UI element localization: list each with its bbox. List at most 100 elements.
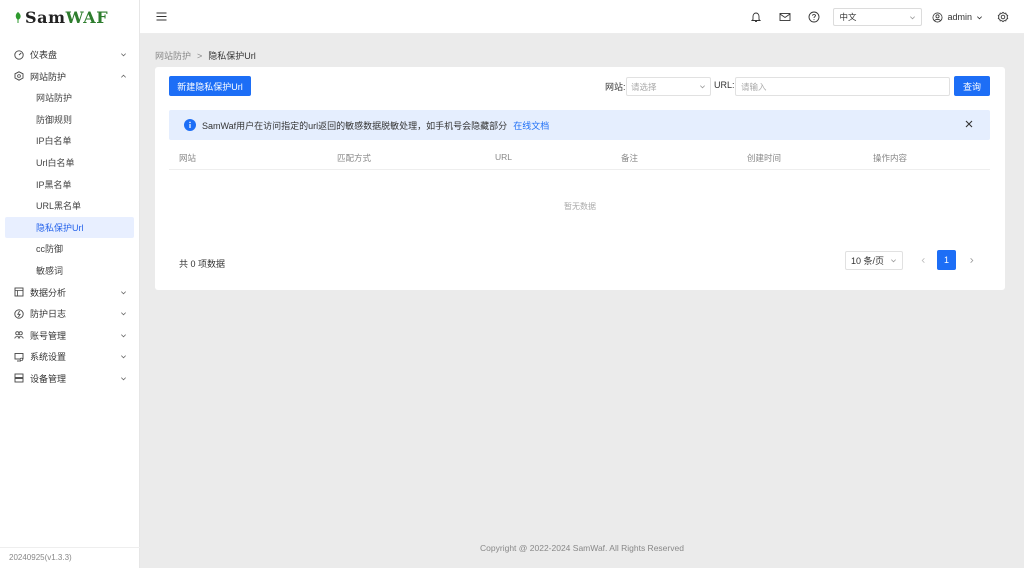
chevron-down-icon (891, 259, 896, 263)
sub-item-url-whitelist[interactable]: Url白名单 (5, 152, 134, 174)
shield-icon (14, 71, 24, 81)
info-icon (184, 119, 196, 131)
sub-item-url-blacklist[interactable]: URL黑名单 (5, 195, 134, 217)
sidebar-item-system-settings[interactable]: 系统设置 (0, 346, 139, 368)
sub-item-label: 隐私保护Url (36, 222, 84, 233)
site-select[interactable]: 请选择 (626, 77, 711, 96)
sidebar-item-label: 数据分析 (30, 287, 67, 298)
sub-item-label: 网站防护 (36, 93, 73, 104)
bell-icon[interactable] (750, 11, 762, 23)
user-menu[interactable]: admin (932, 12, 983, 23)
chevron-down-icon (121, 53, 126, 57)
brand-part1: Sam (25, 7, 66, 27)
empty-state: 暂无数据 (564, 202, 596, 211)
page-size-select[interactable]: 10 条/页 (845, 251, 903, 270)
sub-item-label: URL黑名单 (36, 201, 82, 212)
new-privacy-url-button[interactable]: 新建隐私保护Url (169, 76, 251, 96)
sub-item-label: IP白名单 (36, 136, 72, 147)
site-select-placeholder: 请选择 (631, 81, 657, 92)
prev-page-button[interactable] (916, 251, 930, 270)
chevron-left-icon (921, 258, 925, 263)
sidebar-item-label: 防护日志 (30, 309, 67, 320)
alert-text: SamWaf用户在访问指定的url返回的敏感数据脱敏处理，如手机号会隐藏部分 (202, 120, 508, 131)
mail-icon[interactable] (779, 11, 791, 23)
main-card: 新建隐私保护Url 网站: 请选择 URL: 查询 SamWaf用户在访问指定的… (155, 67, 1005, 290)
user-avatar-icon (932, 12, 943, 22)
sub-item-label: Url白名单 (36, 158, 75, 169)
page-number-button[interactable]: 1 (937, 250, 956, 270)
help-icon[interactable] (808, 11, 820, 23)
sidebar-item-accounts[interactable]: 账号管理 (0, 324, 139, 346)
column-header-site: 网站 (179, 153, 197, 163)
sub-item-label: IP黑名单 (36, 179, 72, 190)
chevron-right-icon (969, 258, 973, 263)
page-size-value: 10 条/页 (851, 256, 885, 266)
sidebar-item-protection-log[interactable]: 防护日志 (0, 303, 139, 325)
sub-item-label: 敏感词 (36, 266, 64, 277)
chevron-down-icon (121, 376, 126, 380)
sub-item-label: cc防御 (36, 244, 64, 255)
chevron-down-icon (121, 333, 126, 337)
analytics-icon (14, 287, 24, 297)
username: admin (947, 12, 972, 22)
language-select[interactable]: 中文 (833, 8, 923, 26)
column-header-remarks: 备注 (621, 153, 639, 163)
settings-icon (14, 352, 24, 362)
gear-icon[interactable] (997, 11, 1009, 23)
menu-toggle-icon[interactable] (156, 11, 167, 22)
url-input[interactable] (735, 77, 950, 96)
sub-item-defense-rules[interactable]: 防御规则 (5, 109, 134, 131)
sidebar-item-label: 账号管理 (30, 330, 67, 341)
total-count: 共 0 项数据 (179, 259, 226, 269)
chevron-down-icon (121, 290, 126, 294)
sidebar-menu: 仪表盘 网站防护 网站防护 防御规则 IP白名单 Url白名单 IP黑名单 UR… (0, 34, 139, 389)
chevron-down-icon (121, 312, 126, 316)
url-filter-label: URL: (714, 80, 735, 90)
close-icon[interactable] (964, 119, 974, 129)
site-filter-label: 网站: (605, 82, 626, 92)
chevron-down-icon (910, 15, 916, 19)
dashboard-icon (14, 50, 24, 60)
column-header-created-time: 创建时间 (747, 153, 782, 163)
sub-item-ip-whitelist[interactable]: IP白名单 (5, 130, 134, 152)
language-value: 中文 (839, 12, 857, 22)
header-actions: 中文 admin (750, 0, 1024, 34)
footer-copyright: Copyright @ 2022-2024 SamWaf. All Rights… (480, 543, 684, 553)
users-icon (14, 330, 24, 340)
chevron-down-icon (977, 15, 982, 19)
sidebar-item-dashboard[interactable]: 仪表盘 (0, 44, 139, 66)
sub-item-site-protection[interactable]: 网站防护 (5, 87, 134, 109)
version-label: 20240925(v1.3.3) (9, 553, 72, 562)
chevron-up-icon (121, 74, 126, 78)
online-docs-link[interactable]: 在线文档 (513, 119, 549, 132)
logo[interactable]: SamWAF (0, 0, 139, 34)
leaf-icon (15, 11, 21, 23)
sidebar-item-device-management[interactable]: 设备管理 (0, 367, 139, 389)
chevron-down-icon (121, 355, 126, 359)
info-alert: SamWaf用户在访问指定的url返回的敏感数据脱敏处理，如手机号会隐藏部分 在… (169, 110, 990, 140)
device-icon (14, 373, 24, 383)
sidebar-divider (0, 547, 140, 548)
sub-item-privacy-url[interactable]: 隐私保护Url (5, 216, 134, 239)
column-header-url: URL (495, 152, 513, 162)
top-header: 中文 admin (140, 0, 1024, 34)
sidebar: SamWAF 仪表盘 网站防护 网站防护 防御规则 IP白名单 Url白名单 I… (0, 0, 140, 568)
column-header-actions: 操作内容 (873, 153, 908, 163)
sidebar-item-analytics[interactable]: 数据分析 (0, 281, 139, 303)
log-icon (14, 308, 24, 319)
brand-part2: WAF (65, 7, 109, 27)
breadcrumb: 网站防护 > 隐私保护Url (155, 49, 256, 62)
sub-item-sensitive-words[interactable]: 敏感词 (5, 260, 134, 282)
column-header-match-type: 匹配方式 (337, 153, 372, 163)
sub-item-label: 防御规则 (36, 114, 73, 125)
query-button[interactable]: 查询 (954, 76, 990, 96)
next-page-button[interactable] (964, 251, 978, 270)
sidebar-item-label: 系统设置 (30, 352, 67, 363)
sub-item-ip-blacklist[interactable]: IP黑名单 (5, 173, 134, 195)
sidebar-item-site-protection[interactable]: 网站防护 (0, 66, 139, 88)
sub-item-cc-defense[interactable]: cc防御 (5, 238, 134, 260)
table-header: 网站 匹配方式 URL 备注 创建时间 操作内容 (169, 144, 990, 170)
brand-name: SamWAF (25, 8, 108, 27)
breadcrumb-parent[interactable]: 网站防护 (155, 49, 191, 62)
chevron-down-icon (700, 85, 705, 89)
